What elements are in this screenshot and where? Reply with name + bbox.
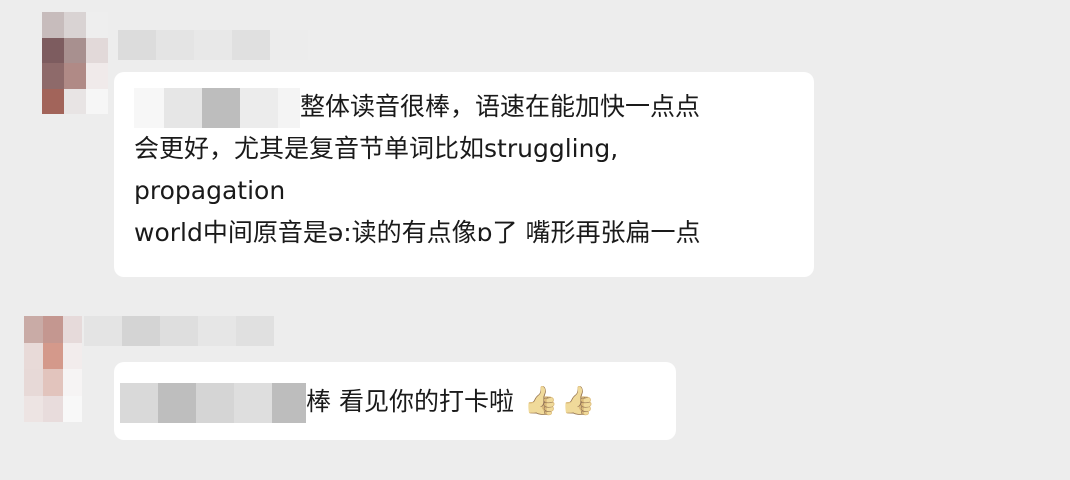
thumbs-up-icon: 👍 <box>523 384 559 417</box>
message-text: 整体读音很棒，语速在能加快一点点 <box>300 92 701 121</box>
message-line: 棒 看见你的打卡啦 👍👍 <box>120 380 676 423</box>
mention-redacted <box>134 88 300 128</box>
message-text: 棒 看见你的打卡啦 <box>306 387 514 416</box>
message-line: 会更好，尤其是复音节单词比如struggling, <box>134 134 619 163</box>
message-bubble[interactable]: 整体读音很棒，语速在能加快一点点 会更好，尤其是复音节单词比如strugglin… <box>114 72 814 277</box>
message-bubble[interactable]: 棒 看见你的打卡啦 👍👍 <box>114 362 676 440</box>
sender-name <box>84 316 274 346</box>
message-line: world中间原音是ə:读的有点像ɒ了 嘴形再张扁一点 <box>134 218 701 247</box>
message-line: propagation <box>134 176 286 205</box>
avatar[interactable] <box>42 12 108 114</box>
message-line: 整体读音很棒，语速在能加快一点点 <box>134 86 814 128</box>
chat-message: 棒 看见你的打卡啦 👍👍 <box>0 300 1070 460</box>
thumbs-up-icon: 👍 <box>560 384 596 417</box>
mention-redacted <box>120 383 306 423</box>
chat-message: 整体读音很棒，语速在能加快一点点 会更好，尤其是复音节单词比如strugglin… <box>0 0 1070 290</box>
sender-name <box>118 30 308 60</box>
avatar[interactable] <box>24 316 82 422</box>
